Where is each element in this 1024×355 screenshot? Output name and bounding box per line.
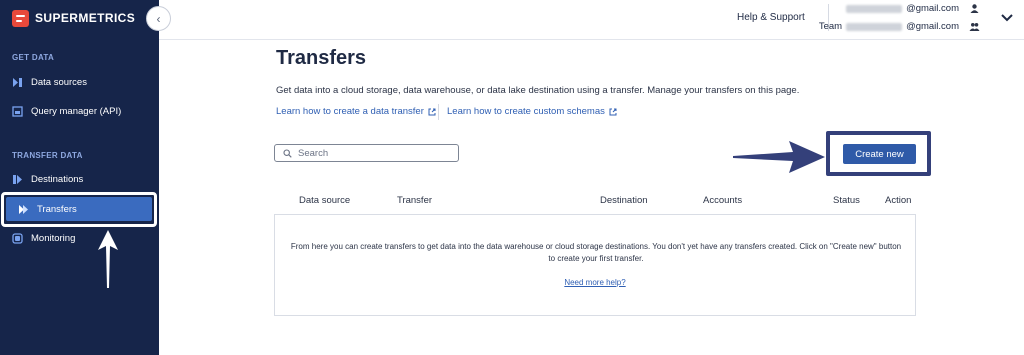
monitoring-icon (12, 232, 23, 244)
empty-state-panel (274, 214, 916, 316)
column-header-data-source[interactable]: Data source (299, 195, 350, 206)
sidebar-item-label: Data sources (31, 76, 87, 88)
email-suffix: @gmail.com (906, 3, 959, 14)
supermetrics-logo-icon (12, 9, 29, 27)
sidebar-item-label: Destinations (31, 173, 84, 185)
email-suffix: @gmail.com (906, 21, 959, 32)
divider (438, 104, 439, 120)
page: SUPERMETRICS GET DATA Data sources Query… (0, 0, 1024, 355)
collapse-sidebar-button[interactable]: ‹ (146, 6, 171, 31)
sidebar-item-monitoring[interactable]: Monitoring (0, 226, 159, 250)
page-title: Transfers (276, 47, 367, 69)
empty-state-message: From here you can create transfers to ge… (290, 242, 902, 263)
column-header-destination[interactable]: Destination (600, 195, 648, 206)
external-link-icon (609, 108, 617, 115)
search-icon (283, 148, 292, 158)
brand-name: SUPERMETRICS (35, 11, 136, 25)
column-header-accounts[interactable]: Accounts (703, 195, 742, 206)
destinations-icon (12, 174, 23, 185)
create-new-button[interactable]: Create new (843, 144, 916, 164)
chevron-left-icon: ‹ (156, 11, 161, 26)
learn-custom-schemas-link[interactable]: Learn how to create custom schemas (447, 106, 617, 117)
help-support-link[interactable]: Help & Support (737, 12, 805, 23)
query-manager-icon (12, 105, 23, 117)
link-label: Learn how to create a data transfer (276, 106, 424, 117)
need-more-help-link[interactable]: Need more help? (274, 278, 916, 287)
account-email[interactable]: @gmail.com (846, 3, 980, 14)
external-link-icon (428, 108, 436, 115)
sidebar-item-label: Monitoring (31, 232, 76, 244)
search-placeholder: Search (298, 147, 329, 159)
team-icon (969, 23, 980, 31)
sidebar: SUPERMETRICS GET DATA Data sources Query… (0, 0, 159, 355)
section-label-transfer-data: TRANSFER DATA (12, 151, 83, 160)
team-label: Team (818, 21, 843, 32)
sidebar-item-query-manager[interactable]: Query manager (API) (0, 99, 159, 123)
sidebar-item-destinations[interactable]: Destinations (0, 167, 159, 191)
column-header-action: Action (885, 195, 912, 206)
redacted-email (846, 4, 903, 13)
sidebar-item-data-sources[interactable]: Data sources (0, 70, 159, 94)
topbar: Help & Support @gmail.com Team @gmail.co… (159, 0, 1024, 40)
page-description: Get data into a cloud storage, data ware… (276, 85, 800, 96)
learn-data-transfer-link[interactable]: Learn how to create a data transfer (276, 106, 436, 117)
data-sources-icon (12, 77, 23, 88)
link-label: Learn how to create custom schemas (447, 106, 605, 117)
highlight-frame (1, 192, 157, 227)
up-arrow-annotation-icon (98, 230, 118, 288)
column-header-transfer[interactable]: Transfer (397, 195, 432, 206)
sidebar-item-label: Query manager (API) (31, 105, 122, 117)
brand[interactable]: SUPERMETRICS (12, 8, 135, 28)
team-account[interactable]: Team @gmail.com (819, 21, 980, 32)
search-input[interactable]: Search (274, 144, 459, 162)
column-header-status[interactable]: Status (833, 195, 860, 206)
user-icon (970, 4, 979, 13)
redacted-email (846, 22, 903, 31)
chevron-down-icon[interactable] (1000, 13, 1014, 23)
right-arrow-annotation-icon (733, 141, 825, 173)
section-label-get-data: GET DATA (12, 53, 55, 62)
